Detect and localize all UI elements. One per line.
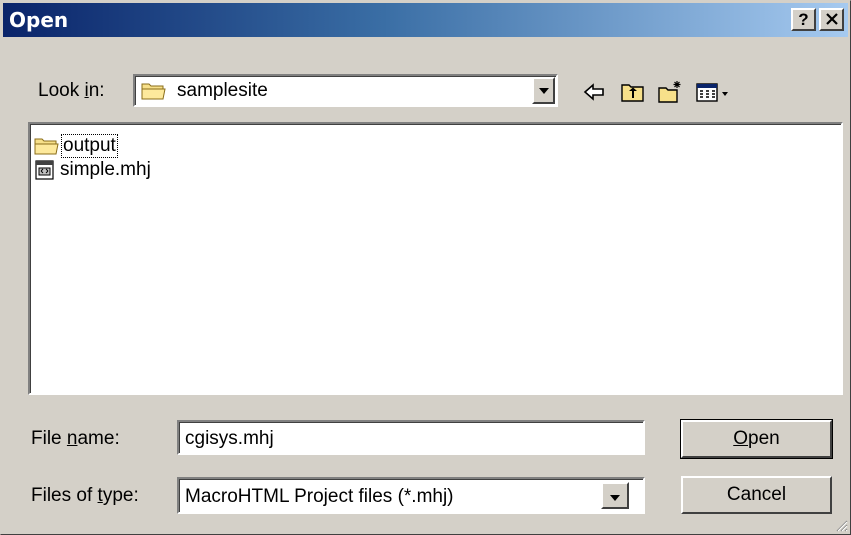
folder-icon	[141, 83, 166, 100]
look-in-dropdown-button[interactable]	[532, 77, 555, 104]
resize-grip-icon[interactable]	[834, 518, 848, 532]
list-item[interactable]: simple.mhj	[34, 158, 151, 182]
file-name-input[interactable]: cgisys.mhj	[177, 420, 645, 455]
list-item[interactable]: output	[34, 134, 118, 158]
chevron-down-icon	[610, 495, 620, 501]
file-name-output: output	[61, 134, 118, 158]
project-file-icon	[35, 160, 54, 180]
dialog-title: Open	[9, 8, 69, 32]
look-in-value: samplesite	[177, 80, 268, 101]
close-button[interactable]	[819, 8, 844, 31]
help-button[interactable]: ?	[791, 8, 816, 31]
open-dialog: Open ? Look in: samplesite output simple…	[0, 0, 851, 535]
file-type-dropdown-button[interactable]	[601, 482, 629, 509]
file-type-label: Files of type:	[31, 485, 139, 506]
cancel-button[interactable]: Cancel	[681, 476, 832, 514]
file-name-value: cgisys.mhj	[185, 428, 274, 449]
file-type-combo[interactable]: MacroHTML Project files (*.mhj)	[177, 477, 645, 514]
back-arrow-icon[interactable]	[581, 79, 607, 105]
chevron-down-icon	[539, 88, 549, 94]
title-bar[interactable]: Open ?	[3, 3, 848, 37]
look-in-label: Look in:	[38, 80, 105, 101]
file-list[interactable]: output simple.mhj	[28, 122, 843, 395]
file-name-simple: simple.mhj	[60, 159, 151, 180]
look-in-combo[interactable]: samplesite	[133, 74, 558, 107]
up-folder-icon[interactable]	[620, 79, 646, 105]
open-button[interactable]: Open	[680, 419, 833, 459]
folder-icon	[34, 138, 59, 155]
file-name-label: File name:	[31, 428, 120, 449]
file-type-value: MacroHTML Project files (*.mhj)	[185, 486, 454, 507]
new-folder-icon[interactable]	[657, 79, 683, 105]
close-icon	[825, 13, 838, 25]
view-menu-icon[interactable]	[695, 79, 735, 105]
